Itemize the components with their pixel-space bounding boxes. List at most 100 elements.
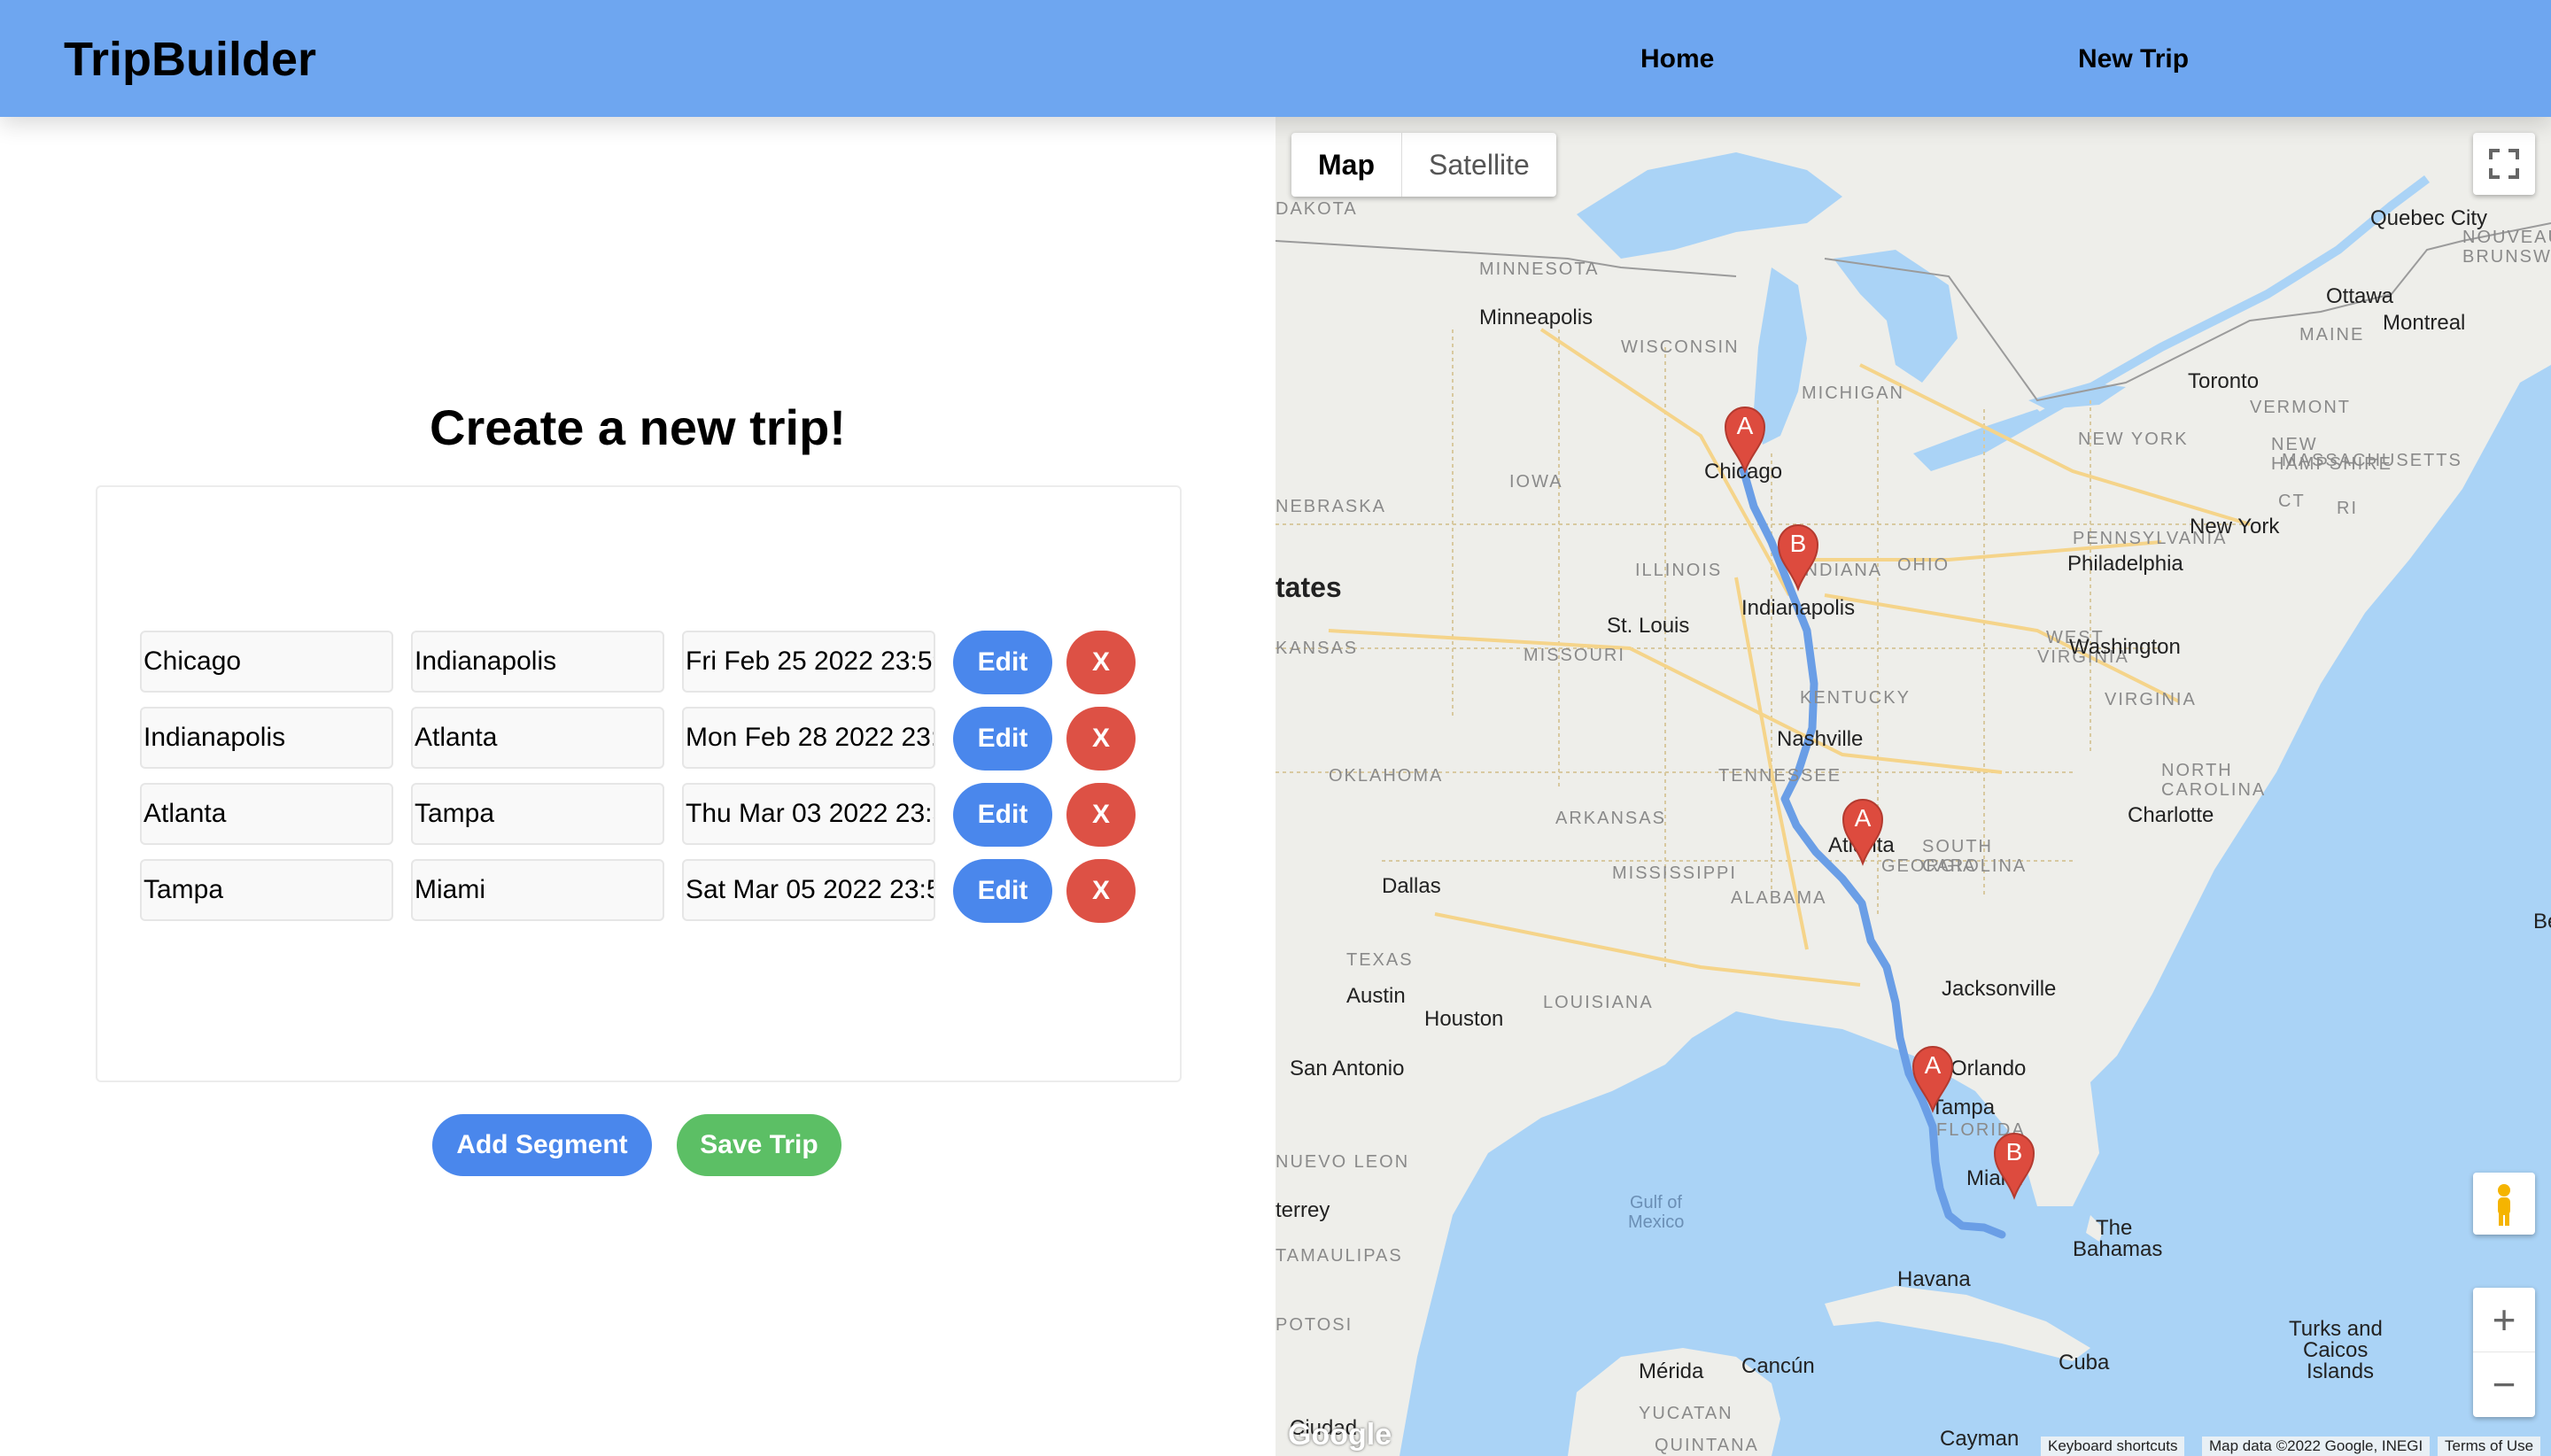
remove-segment-button[interactable]: X (1066, 783, 1136, 847)
segment-from-field[interactable]: Indianapolis (140, 707, 393, 769)
map-canvas[interactable]: DAKOTA MINNESOTA WISCONSIN MICHIGAN IOWA… (1276, 117, 2551, 1456)
region-label: WISCONSIN (1621, 337, 1740, 357)
region-label: NUEVO LEON (1276, 1152, 1409, 1172)
city-label: San Antonio (1290, 1057, 1404, 1080)
segment-to-field[interactable]: Miami (411, 859, 664, 921)
region-label: ARKANSAS (1555, 809, 1666, 828)
city-label: Quebec City (2370, 206, 2487, 230)
cuba-land (1825, 1286, 2090, 1361)
region-label: YUCATAN (1639, 1404, 1733, 1423)
region-label: CAROLINA (2161, 780, 2266, 800)
region-label: NORTH (2161, 761, 2233, 780)
save-trip-button[interactable]: Save Trip (677, 1114, 841, 1176)
city-label: Orlando (1950, 1057, 2026, 1080)
city-label: St. Louis (1607, 614, 1689, 638)
segment-from-field[interactable]: Chicago (140, 631, 393, 693)
segment-date-field[interactable]: Thu Mar 03 2022 23:59 (682, 783, 935, 845)
google-logo[interactable]: Google (1288, 1418, 1392, 1452)
map-type-satellite-button[interactable]: Satellite (1402, 133, 1556, 197)
region-label: RI (2337, 499, 2358, 518)
edit-segment-button[interactable]: Edit (953, 859, 1052, 923)
nav-home-link[interactable]: Home (1640, 44, 1714, 74)
svg-text:A: A (1855, 804, 1872, 832)
city-label: Montreal (2383, 311, 2465, 335)
region-label: ALABAMA (1731, 888, 1826, 908)
brand-logo[interactable]: TripBuilder (64, 32, 316, 87)
region-label: CT (2278, 492, 2306, 511)
city-label: New York (2190, 515, 2280, 538)
top-navbar: TripBuilder Home New Trip (0, 0, 2551, 117)
region-label: OHIO (1897, 555, 1950, 575)
region-label: MASSACHUSETTS (2282, 451, 2462, 470)
country-label: Be (2533, 910, 2551, 933)
city-label: Dallas (1382, 874, 1441, 898)
region-label: MICHIGAN (1802, 383, 1904, 403)
region-label: TENNESSEE (1718, 766, 1842, 786)
segment-date-field[interactable]: Mon Feb 28 2022 23:59 (682, 707, 935, 769)
segment-to-field[interactable]: Tampa (411, 783, 664, 845)
region-label: OKLAHOMA (1329, 766, 1443, 786)
map-type-map-button[interactable]: Map (1291, 133, 1402, 197)
region-label: TAMAULIPAS (1276, 1246, 1403, 1266)
region-label: MINNESOTA (1479, 259, 1599, 279)
street-view-pegman[interactable] (2473, 1173, 2535, 1235)
region-label: VIRGINIA (2105, 690, 2197, 709)
region-label: POTOSI (1276, 1315, 1353, 1335)
city-label: Charlotte (2128, 803, 2214, 827)
remove-segment-button[interactable]: X (1066, 631, 1136, 694)
edit-segment-button[interactable]: Edit (953, 783, 1052, 847)
zoom-in-button[interactable]: + (2473, 1288, 2535, 1352)
city-label: Toronto (2188, 369, 2259, 393)
segment-to-field[interactable]: Indianapolis (411, 631, 664, 693)
keyboard-shortcuts-link[interactable]: Keyboard shortcuts (2041, 1437, 2185, 1456)
city-label: Houston (1424, 1007, 1503, 1031)
segment-date-field[interactable]: Fri Feb 25 2022 23:59 (682, 631, 935, 693)
segment-row: Atlanta Tampa Thu Mar 03 2022 23:59 Edit… (140, 783, 1159, 847)
region-label: SOUTH (1922, 837, 1993, 856)
water-label: Mexico (1628, 1212, 1684, 1232)
city-label: Cuba (2059, 1351, 2110, 1375)
region-label: NOUVEAU- (2462, 228, 2551, 247)
region-label: BRUNSWICK (2462, 247, 2551, 267)
zoom-out-button[interactable]: − (2473, 1352, 2535, 1416)
segment-date-field[interactable]: Sat Mar 05 2022 23:59 (682, 859, 935, 921)
city-label: Ottawa (2326, 284, 2394, 308)
map-data-attribution: Map data ©2022 Google, INEGI (2202, 1437, 2431, 1456)
city-label: Cayman (1940, 1427, 2019, 1451)
route-map[interactable]: DAKOTA MINNESOTA WISCONSIN MICHIGAN IOWA… (1276, 117, 2551, 1456)
svg-text:A: A (1925, 1051, 1942, 1079)
region-label: Bahamas (2073, 1237, 2162, 1261)
segments-card: Chicago Indianapolis Fri Feb 25 2022 23:… (96, 485, 1182, 1082)
region-label: IOWA (1509, 472, 1563, 492)
remove-segment-button[interactable]: X (1066, 859, 1136, 923)
segment-to-field[interactable]: Atlanta (411, 707, 664, 769)
remove-segment-button[interactable]: X (1066, 707, 1136, 771)
region-label: ILLINOIS (1635, 561, 1722, 580)
terms-of-use-link[interactable]: Terms of Use (2438, 1437, 2541, 1456)
city-label: Nashville (1777, 727, 1863, 751)
region-label: KENTUCKY (1800, 688, 1911, 708)
region-label: QUINTANA (1655, 1436, 1759, 1455)
segment-row: Indianapolis Atlanta Mon Feb 28 2022 23:… (140, 707, 1159, 771)
map-type-control: Map Satellite (1291, 133, 1556, 197)
city-label: Jacksonville (1942, 977, 2056, 1001)
city-label: Havana (1897, 1267, 1971, 1291)
edit-segment-button[interactable]: Edit (953, 631, 1052, 694)
city-label: Austin (1346, 984, 1406, 1008)
city-label: terrey (1276, 1198, 1330, 1222)
water-label: Gulf of (1630, 1193, 1682, 1212)
nav-new-trip-link[interactable]: New Trip (2078, 44, 2189, 74)
add-segment-button[interactable]: Add Segment (432, 1114, 652, 1176)
city-label: Minneapolis (1479, 306, 1593, 329)
fullscreen-button[interactable] (2473, 133, 2535, 195)
region-label: MAINE (2299, 325, 2364, 345)
region-label: MISSISSIPPI (1612, 864, 1737, 883)
segment-from-field[interactable]: Tampa (140, 859, 393, 921)
region-label: NEW YORK (2078, 430, 2189, 449)
region-label: VERMONT (2250, 398, 2351, 417)
edit-segment-button[interactable]: Edit (953, 707, 1052, 771)
segment-from-field[interactable]: Atlanta (140, 783, 393, 845)
svg-text:A: A (1737, 412, 1754, 439)
svg-text:B: B (1790, 530, 1807, 557)
region-label: KANSAS (1276, 639, 1358, 658)
